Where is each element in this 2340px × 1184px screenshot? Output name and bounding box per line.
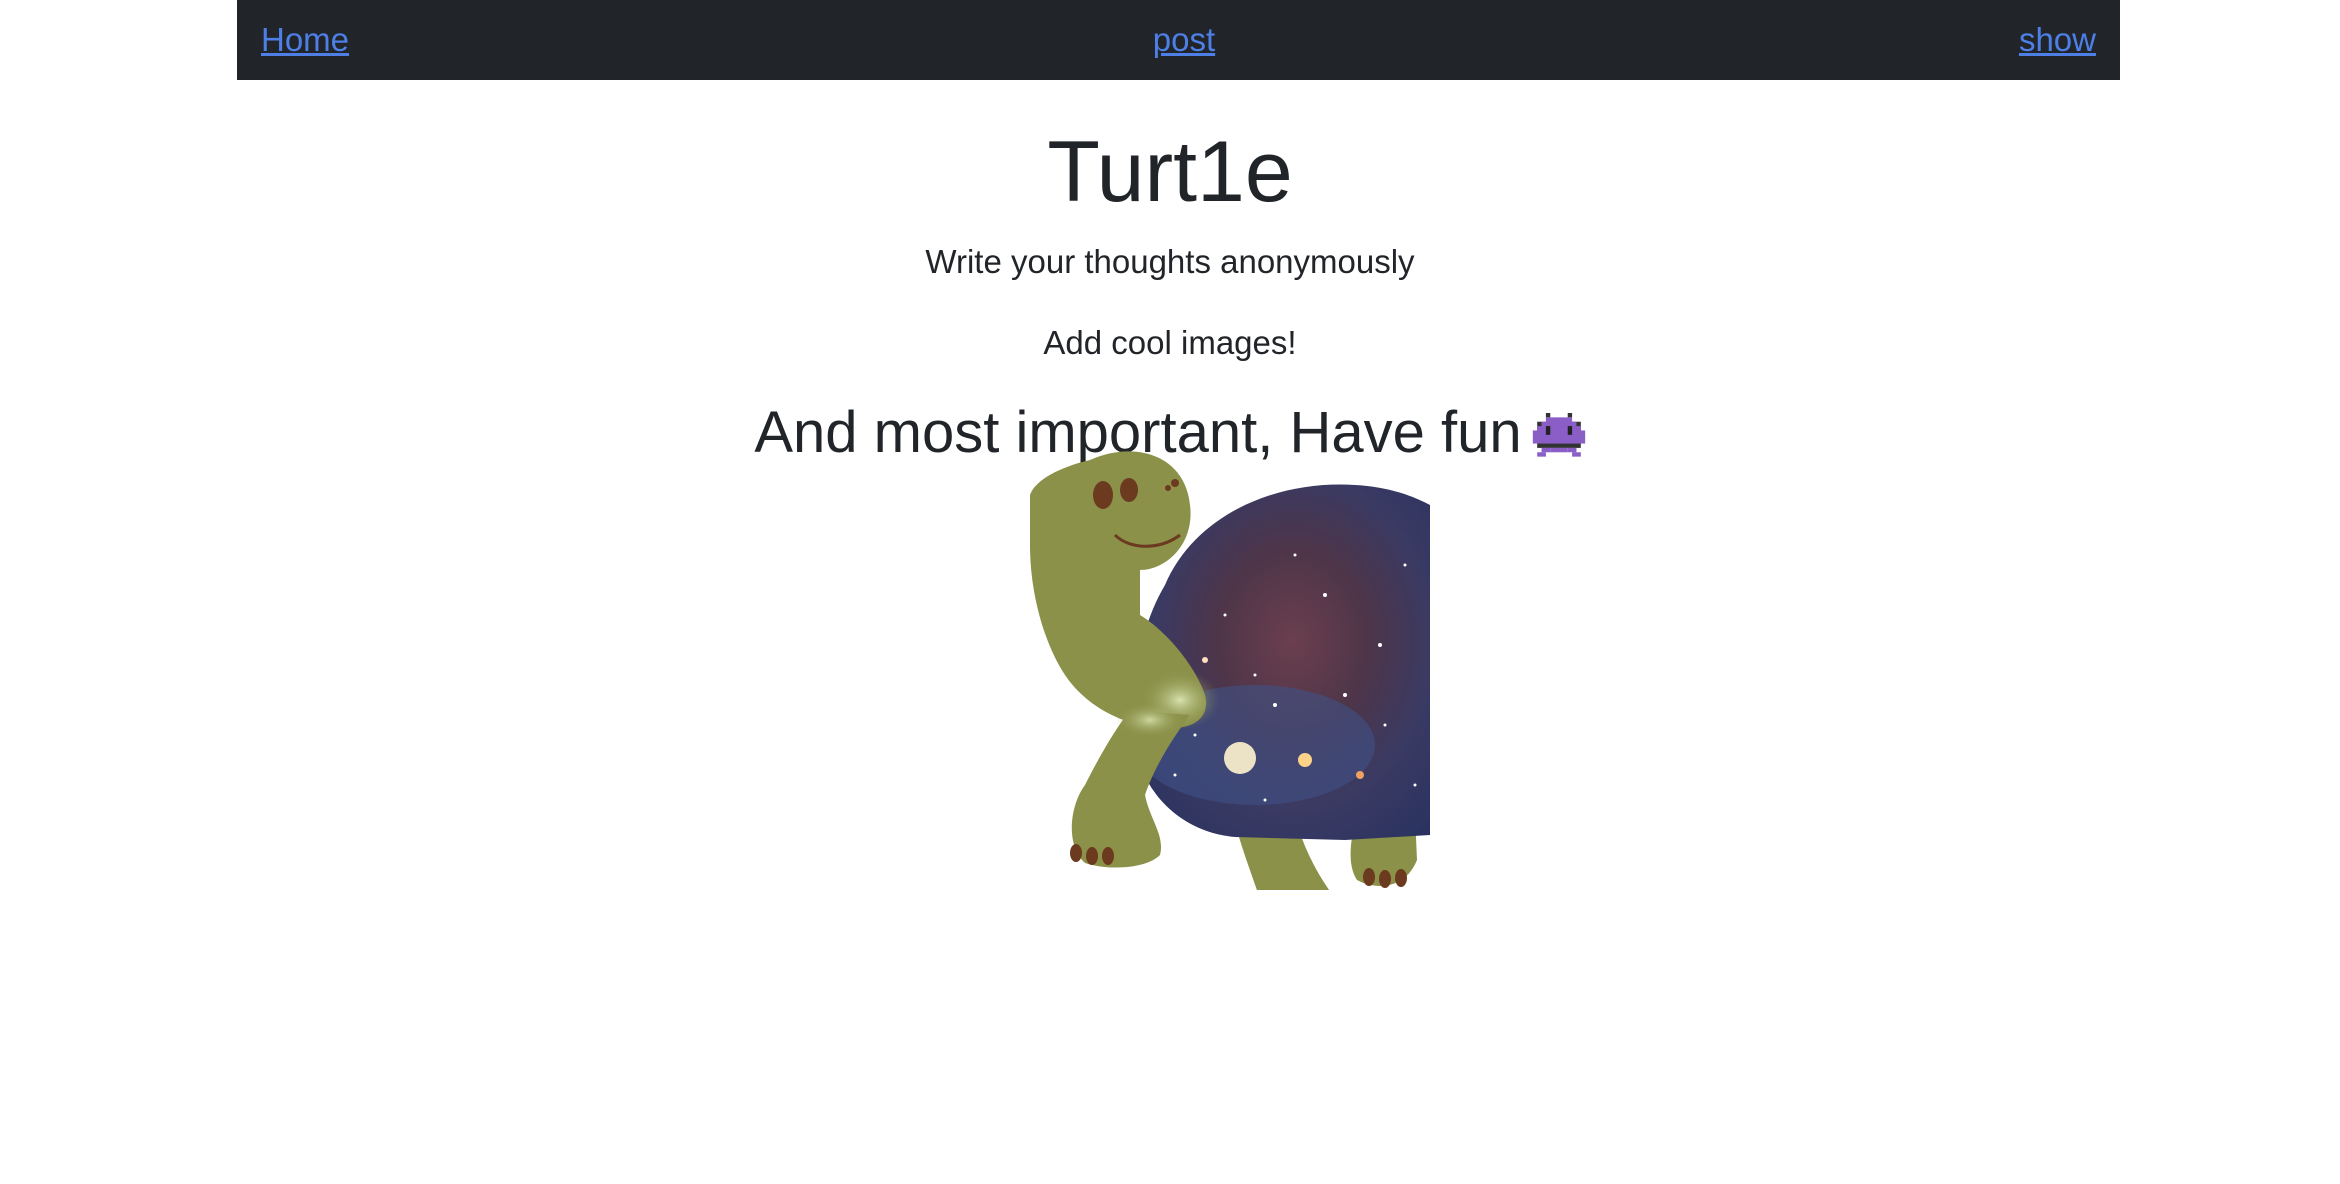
galaxy-turtle-image	[1025, 445, 1430, 925]
alien-monster-icon	[1532, 412, 1585, 457]
tagline-images: Add cool images!	[1043, 324, 1297, 361]
top-navbar: Home post show	[237, 0, 2120, 80]
nav-home-link[interactable]: Home	[261, 21, 349, 59]
tagline-anonymous: Write your thoughts anonymously	[925, 243, 1415, 280]
nav-show-link[interactable]: show	[2019, 21, 2096, 59]
page-title: Turt1e	[1047, 124, 1293, 220]
nav-post-link[interactable]: post	[1153, 21, 1215, 59]
turtle-illustration	[1030, 451, 1430, 925]
